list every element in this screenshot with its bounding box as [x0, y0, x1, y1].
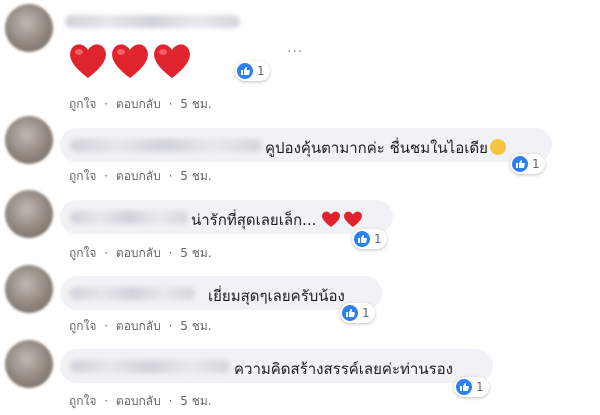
separator: ·: [104, 97, 109, 111]
separator: ·: [104, 394, 109, 408]
like-link[interactable]: ถูกใจ: [69, 97, 96, 111]
comment-text: คูปองคุ้นตามากค่ะ ชื่นชมในไอเดีย: [265, 139, 488, 157]
reaction-count[interactable]: 1: [352, 229, 387, 249]
avatar[interactable]: [5, 340, 53, 388]
timestamp[interactable]: 5 ชม.: [180, 246, 211, 260]
reaction-count-text: 1: [374, 232, 382, 246]
timestamp[interactable]: 5 ชม.: [180, 319, 211, 333]
heart-emoji-icons: [322, 211, 363, 227]
comment-text-wrapper: ความคิดสร้างสรรค์เลยค่ะท่านรอง: [234, 357, 453, 381]
timestamp[interactable]: 5 ชม.: [180, 97, 211, 111]
reply-link[interactable]: ตอบกลับ: [116, 169, 161, 183]
comment-actions: ถูกใจ · ตอบกลับ · 5 ชม.: [69, 244, 216, 263]
comment-actions: ถูกใจ · ตอบกลับ · 5 ชม.: [69, 95, 216, 114]
reaction-count[interactable]: 1: [235, 61, 270, 81]
reaction-count-text: 1: [532, 157, 540, 171]
reaction-count[interactable]: 1: [510, 154, 545, 174]
timestamp[interactable]: 5 ชม.: [180, 394, 211, 408]
comment-text-wrapper: คูปองคุ้นตามากค่ะ ชื่นชมในไอเดีย: [265, 136, 506, 160]
reaction-count-text: 1: [362, 306, 370, 320]
commenter-name-blurred[interactable]: [70, 211, 188, 224]
reaction-count-text: 1: [476, 380, 484, 394]
more-options-button[interactable]: ...: [287, 40, 303, 56]
separator: ·: [104, 169, 109, 183]
separator: ·: [168, 246, 173, 260]
hearts-sticker: [68, 40, 193, 86]
separator: ·: [168, 319, 173, 333]
avatar[interactable]: [5, 190, 53, 238]
commenter-name-blurred[interactable]: [70, 139, 262, 152]
comment-text-wrapper: เยี่ยมสุดๆเลยครับน้อง: [208, 284, 345, 308]
like-link[interactable]: ถูกใจ: [69, 169, 96, 183]
like-icon: [512, 156, 528, 172]
like-icon: [342, 305, 358, 321]
separator: ·: [168, 97, 173, 111]
reaction-count[interactable]: 1: [340, 303, 375, 323]
timestamp[interactable]: 5 ชม.: [180, 169, 211, 183]
comment-actions: ถูกใจ · ตอบกลับ · 5 ชม.: [69, 167, 216, 186]
like-link[interactable]: ถูกใจ: [69, 319, 96, 333]
commenter-name-blurred[interactable]: [70, 287, 195, 300]
comment-bubble: น่ารักที่สุดเลยเล็ก...: [60, 200, 393, 234]
comment-text-wrapper: น่ารักที่สุดเลยเล็ก...: [191, 208, 365, 232]
avatar[interactable]: [5, 116, 53, 164]
avatar[interactable]: [5, 265, 53, 313]
comment-bubble: เยี่ยมสุดๆเลยครับน้อง: [60, 276, 382, 310]
comment-bubble: คูปองคุ้นตามากค่ะ ชื่นชมในไอเดีย: [60, 128, 552, 162]
separator: ·: [168, 169, 173, 183]
reply-link[interactable]: ตอบกลับ: [116, 394, 161, 408]
comment-text: ความคิดสร้างสรรค์เลยค่ะท่านรอง: [234, 360, 453, 378]
comment-text: เยี่ยมสุดๆเลยครับน้อง: [208, 287, 345, 305]
like-icon: [456, 379, 472, 395]
reply-link[interactable]: ตอบกลับ: [116, 97, 161, 111]
heart-icons: [70, 44, 190, 78]
separator: ·: [168, 394, 173, 408]
avatar[interactable]: [5, 4, 53, 52]
like-link[interactable]: ถูกใจ: [69, 246, 96, 260]
separator: ·: [104, 319, 109, 333]
reply-link[interactable]: ตอบกลับ: [116, 319, 161, 333]
comment-actions: ถูกใจ · ตอบกลับ · 5 ชม.: [69, 392, 216, 411]
separator: ·: [104, 246, 109, 260]
commenter-name-blurred[interactable]: [70, 360, 230, 373]
like-icon: [354, 231, 370, 247]
like-icon: [237, 63, 253, 79]
comment-actions: ถูกใจ · ตอบกลับ · 5 ชม.: [69, 317, 216, 336]
clap-emoji-icon: [489, 139, 506, 155]
commenter-name-blurred[interactable]: [65, 15, 240, 28]
comment-text: น่ารักที่สุดเลยเล็ก...: [191, 211, 317, 229]
like-link[interactable]: ถูกใจ: [69, 394, 96, 408]
comment-bubble: ความคิดสร้างสรรค์เลยค่ะท่านรอง: [60, 349, 493, 383]
reaction-count-text: 1: [257, 64, 265, 78]
reaction-count[interactable]: 1: [454, 377, 489, 397]
reply-link[interactable]: ตอบกลับ: [116, 246, 161, 260]
